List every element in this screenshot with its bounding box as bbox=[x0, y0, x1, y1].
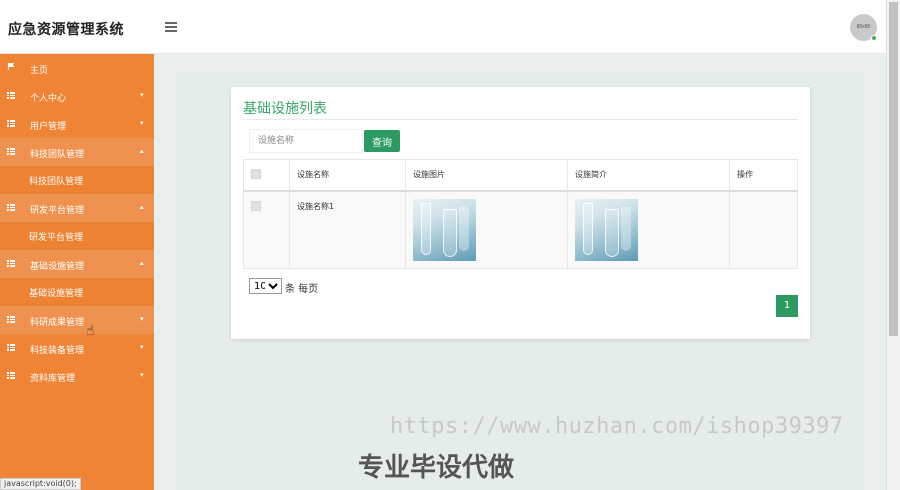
pagination-page-button[interactable]: 1 bbox=[776, 295, 798, 317]
sidebar: 主页 个人中心 ▾ 用户管理 ▾ 科技团队管理 ▴ 科技团队管理 研发平台管理 … bbox=[0, 54, 154, 490]
facility-intro-cell bbox=[567, 190, 730, 269]
sidebar-subitem-rd-platform[interactable]: 研发平台管理 bbox=[0, 222, 154, 250]
list-icon bbox=[7, 260, 15, 267]
sidebar-item-user-management[interactable]: 用户管理 ▾ bbox=[0, 110, 154, 138]
chevron-up-icon: ▴ bbox=[140, 259, 144, 267]
table-header-row: 设施名称 设施图片 设施简介 操作 bbox=[243, 159, 798, 192]
chevron-down-icon: ▾ bbox=[140, 371, 144, 379]
list-icon bbox=[7, 120, 15, 127]
avatar-placeholder-text: 80x80 bbox=[856, 24, 871, 30]
select-all-header bbox=[243, 159, 290, 192]
sidebar-item-label: 研发平台管理 bbox=[30, 206, 85, 216]
sidebar-item-tech-team[interactable]: 科技团队管理 ▴ bbox=[0, 138, 154, 166]
sidebar-item-home[interactable]: 主页 bbox=[0, 54, 154, 82]
per-page-label: 条 每页 bbox=[285, 284, 319, 295]
chevron-down-icon: ▾ bbox=[140, 119, 144, 127]
sidebar-item-research-results[interactable]: 科研成果管理 ▾ bbox=[0, 306, 154, 334]
chevron-down-icon: ▾ bbox=[140, 91, 144, 99]
vertical-scrollbar[interactable] bbox=[886, 0, 900, 490]
menu-toggle-icon[interactable] bbox=[165, 22, 177, 32]
sidebar-item-data-library[interactable]: 资料库管理 ▾ bbox=[0, 362, 154, 390]
sidebar-item-personal-center[interactable]: 个人中心 ▾ bbox=[0, 82, 154, 110]
sidebar-item-tech-equipment[interactable]: 科技装备管理 ▾ bbox=[0, 334, 154, 362]
sidebar-item-label: 科技团队管理 bbox=[30, 150, 85, 160]
row-select-cell bbox=[243, 190, 290, 269]
avatar[interactable]: 80x80 bbox=[850, 14, 877, 41]
online-status-dot bbox=[871, 35, 877, 41]
search-input[interactable] bbox=[249, 129, 363, 153]
sidebar-subitem-infrastructure[interactable]: 基础设施管理 bbox=[0, 278, 154, 306]
top-header: 应急资源管理系统 80x80 bbox=[0, 0, 886, 54]
list-icon bbox=[7, 92, 15, 99]
sidebar-item-rd-platform[interactable]: 研发平台管理 ▴ bbox=[0, 194, 154, 222]
list-icon bbox=[7, 204, 15, 211]
list-icon bbox=[7, 316, 15, 323]
column-header: 设施简介 bbox=[567, 159, 730, 192]
column-header: 设施名称 bbox=[289, 159, 406, 192]
table-row: 设施名称1 bbox=[243, 190, 798, 269]
sidebar-item-label: 用户管理 bbox=[30, 122, 67, 132]
infrastructure-table: 设施名称 设施图片 设施简介 操作 设施名称1 bbox=[243, 159, 798, 269]
hand-cursor-icon: ☝ bbox=[86, 322, 95, 338]
browser-status-bar: javascript:void(0); bbox=[0, 478, 81, 490]
sidebar-item-label: 科技装备管理 bbox=[30, 346, 85, 356]
divider bbox=[243, 119, 798, 120]
chevron-down-icon: ▾ bbox=[140, 315, 144, 323]
list-icon bbox=[7, 344, 15, 351]
search-button[interactable]: 查询 bbox=[364, 130, 400, 152]
sidebar-item-label: 基础设施管理 bbox=[30, 262, 85, 272]
sidebar-item-label: 科研成果管理 bbox=[30, 318, 85, 328]
list-icon bbox=[7, 372, 15, 379]
select-all-checkbox[interactable] bbox=[251, 168, 261, 179]
chevron-up-icon: ▴ bbox=[140, 147, 144, 155]
sidebar-item-label: 个人中心 bbox=[30, 94, 67, 104]
page-title: 基础设施列表 bbox=[243, 101, 327, 117]
chevron-up-icon: ▴ bbox=[140, 203, 144, 211]
infrastructure-list-card: 基础设施列表 查询 设施名称 设施图片 设施简介 操作 设施名称1 10 条 bbox=[231, 87, 810, 339]
column-header: 设施图片 bbox=[405, 159, 568, 192]
column-header: 操作 bbox=[729, 159, 798, 192]
chevron-down-icon: ▾ bbox=[140, 343, 144, 351]
page-size-select[interactable]: 10 bbox=[249, 278, 282, 294]
facility-name-cell: 设施名称1 bbox=[289, 190, 406, 269]
sidebar-item-label: 主页 bbox=[30, 66, 49, 76]
actions-cell bbox=[729, 190, 798, 269]
facility-intro-image bbox=[575, 198, 638, 261]
facility-image-cell bbox=[405, 190, 568, 269]
facility-image bbox=[413, 198, 476, 261]
sidebar-item-infrastructure[interactable]: 基础设施管理 ▴ bbox=[0, 250, 154, 278]
sidebar-subitem-tech-team[interactable]: 科技团队管理 bbox=[0, 166, 154, 194]
flag-icon bbox=[7, 63, 15, 70]
scrollbar-thumb[interactable] bbox=[889, 2, 898, 336]
watermark-url: https://www.huzhan.com/ishop39397 bbox=[390, 414, 844, 439]
watermark-text: 专业毕设代做 bbox=[358, 453, 515, 483]
list-icon bbox=[7, 148, 15, 155]
sidebar-item-label: 资料库管理 bbox=[30, 374, 76, 384]
app-title: 应急资源管理系统 bbox=[8, 22, 124, 38]
row-checkbox[interactable] bbox=[251, 200, 261, 211]
